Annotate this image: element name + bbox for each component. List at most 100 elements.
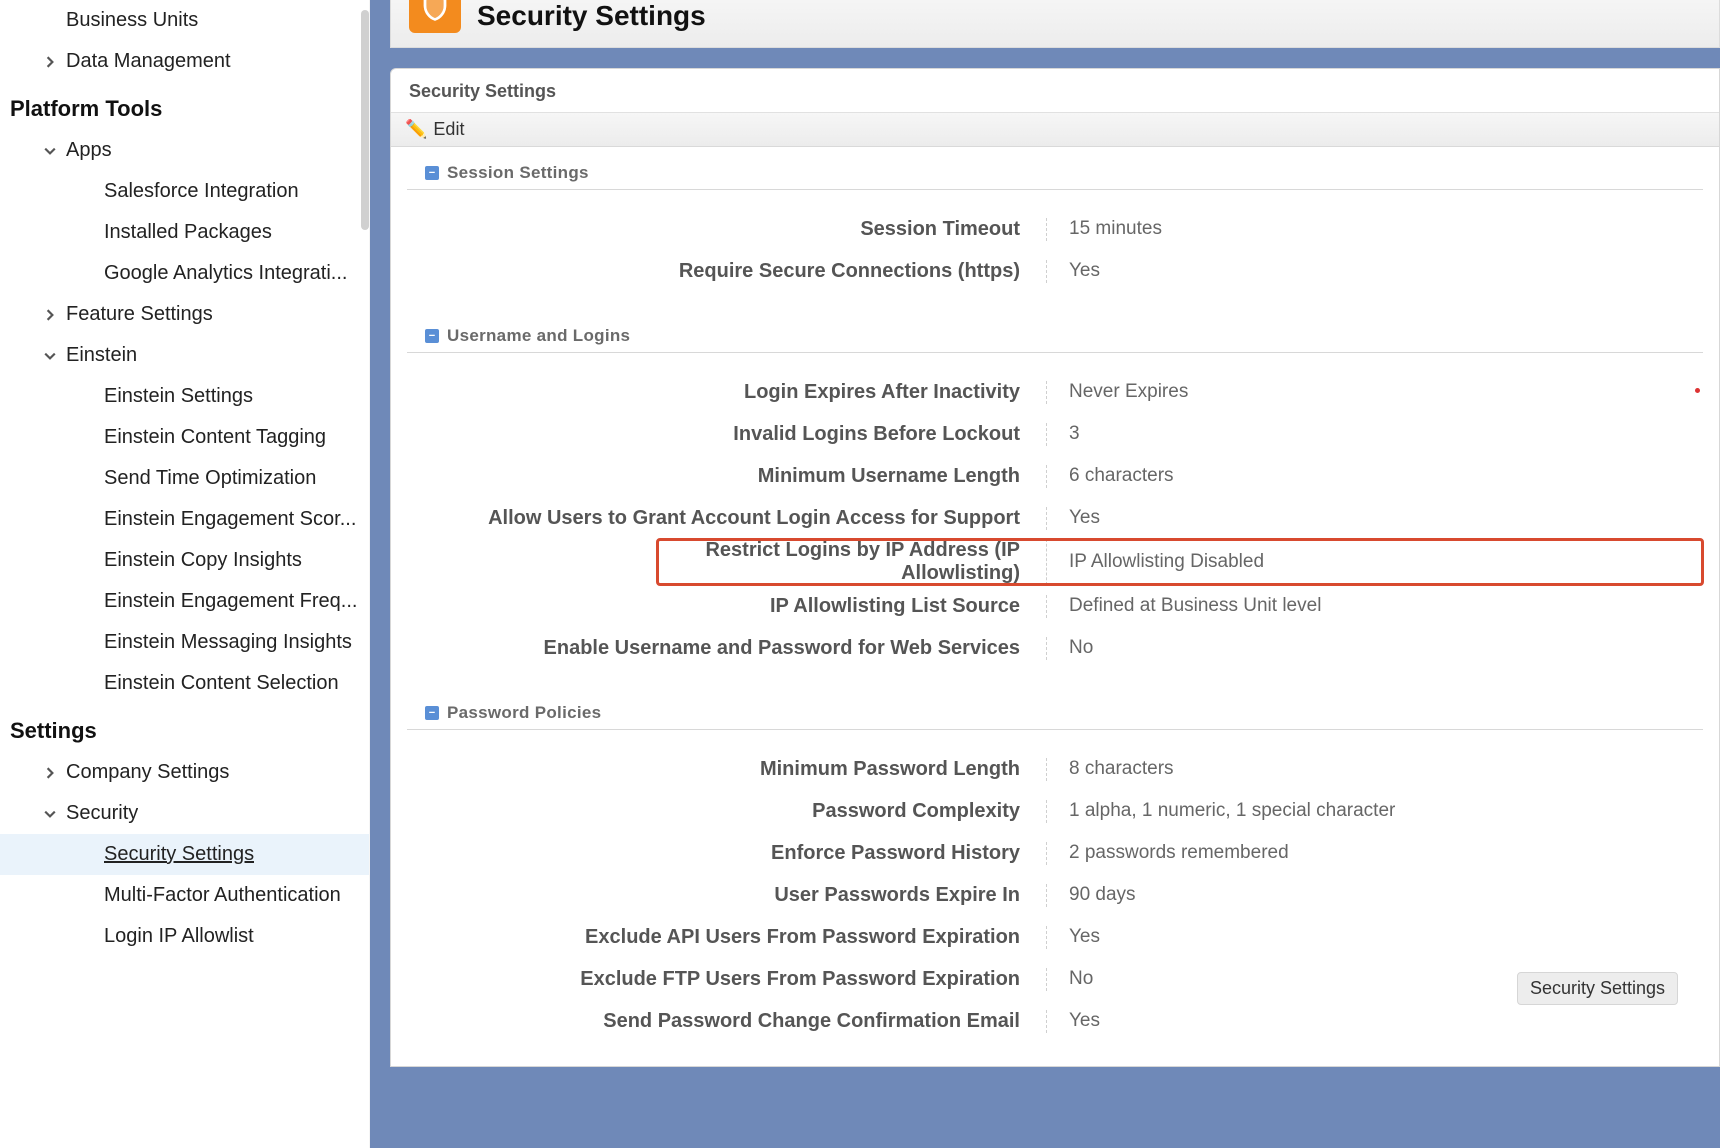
setting-row: IP Allowlisting List SourceDefined at Bu… xyxy=(407,585,1703,627)
collapse-icon: − xyxy=(425,166,439,180)
nav-item-label: Installed Packages xyxy=(104,221,272,244)
nav-item[interactable]: Einstein Settings xyxy=(0,376,369,417)
setting-value: No xyxy=(1047,637,1703,659)
setting-row: Login Expires After InactivityNever Expi… xyxy=(407,371,1703,413)
chevron-down-icon xyxy=(44,145,66,157)
chevron-down-icon xyxy=(44,808,66,820)
setting-value: Yes xyxy=(1047,926,1703,948)
nav-item[interactable]: Installed Packages xyxy=(0,212,369,253)
setting-label: Exclude FTP Users From Password Expirati… xyxy=(407,968,1047,991)
security-shield-icon xyxy=(409,0,461,33)
chevron-right-icon xyxy=(44,56,66,68)
setting-row: Minimum Password Length8 characters xyxy=(407,748,1703,790)
nav-item-label: Salesforce Integration xyxy=(104,180,299,203)
setting-row: Exclude FTP Users From Password Expirati… xyxy=(407,958,1703,1000)
chevron-right-icon xyxy=(44,767,66,779)
nav-item-label: Einstein Engagement Freq... xyxy=(104,590,357,613)
nav-item[interactable]: Security xyxy=(0,793,369,834)
setting-value: Never Expires xyxy=(1047,381,1703,403)
nav-item-label: Einstein Messaging Insights xyxy=(104,631,352,654)
nav-item-label: Einstein xyxy=(66,344,137,367)
setting-row: Allow Users to Grant Account Login Acces… xyxy=(407,497,1703,539)
tooltip: Security Settings xyxy=(1517,972,1678,1005)
setting-value: 15 minutes xyxy=(1047,218,1703,240)
setting-row: Minimum Username Length6 characters xyxy=(407,455,1703,497)
annotation-dot xyxy=(1695,388,1700,393)
chevron-down-icon xyxy=(44,350,66,362)
nav-item[interactable]: Google Analytics Integrati... xyxy=(0,253,369,294)
setting-row: Restrict Logins by IP Address (IP Allowl… xyxy=(657,539,1703,585)
setting-value: 3 xyxy=(1047,423,1703,445)
nav-item[interactable]: Feature Settings xyxy=(0,294,369,335)
nav-item[interactable]: Einstein Engagement Freq... xyxy=(0,581,369,622)
setting-label: IP Allowlisting List Source xyxy=(407,595,1047,618)
settings-card: Security Settings ✏️ Edit −Session Setti… xyxy=(390,68,1720,1067)
nav-item[interactable]: Company Settings xyxy=(0,752,369,793)
nav-item[interactable]: Einstein Content Tagging xyxy=(0,417,369,458)
nav-item-label: Einstein Copy Insights xyxy=(104,549,302,572)
nav-item-label: Security xyxy=(66,802,138,825)
group-title: Session Settings xyxy=(447,163,589,183)
nav-item-label: Data Management xyxy=(66,50,231,73)
collapse-icon: − xyxy=(425,706,439,720)
pencil-icon: ✏️ xyxy=(405,119,427,140)
nav-item-label: Google Analytics Integrati... xyxy=(104,262,347,285)
settings-group: Session Timeout15 minutesRequire Secure … xyxy=(391,190,1719,316)
page-title: Security Settings xyxy=(477,0,706,32)
nav-item[interactable]: Send Time Optimization xyxy=(0,458,369,499)
nav-item[interactable]: Login IP Allowlist xyxy=(0,916,369,957)
collapse-icon: − xyxy=(425,329,439,343)
edit-label: Edit xyxy=(433,119,464,140)
nav-item[interactable]: Apps xyxy=(0,130,369,171)
chevron-right-icon xyxy=(44,309,66,321)
nav-item[interactable]: Security Settings xyxy=(0,834,369,875)
nav-item[interactable]: Einstein Copy Insights xyxy=(0,540,369,581)
main-content: Setup Security Settings Security Setting… xyxy=(370,0,1720,1148)
nav-item[interactable]: Multi-Factor Authentication xyxy=(0,875,369,916)
setting-label: Send Password Change Confirmation Email xyxy=(407,1010,1047,1033)
setting-label: Invalid Logins Before Lockout xyxy=(407,423,1047,446)
nav-item[interactable]: Salesforce Integration xyxy=(0,171,369,212)
nav-item-label: Einstein Content Tagging xyxy=(104,426,326,449)
setting-value: 1 alpha, 1 numeric, 1 special character xyxy=(1047,800,1703,822)
group-header[interactable]: −Session Settings xyxy=(407,153,1703,190)
setting-value: Yes xyxy=(1047,260,1703,282)
nav-item-label: Feature Settings xyxy=(66,303,213,326)
group-header[interactable]: −Password Policies xyxy=(407,693,1703,730)
group-header[interactable]: −Username and Logins xyxy=(407,316,1703,353)
setting-row: Invalid Logins Before Lockout3 xyxy=(407,413,1703,455)
setting-label: Allow Users to Grant Account Login Acces… xyxy=(407,507,1047,530)
setting-value: 2 passwords remembered xyxy=(1047,842,1703,864)
nav-item[interactable]: Business Units xyxy=(0,0,369,41)
setting-row: Enforce Password History2 passwords reme… xyxy=(407,832,1703,874)
setting-label: Require Secure Connections (https) xyxy=(407,260,1047,283)
edit-button[interactable]: ✏️ Edit xyxy=(391,112,1719,147)
setting-value: 8 characters xyxy=(1047,758,1703,780)
setting-label: Password Complexity xyxy=(407,800,1047,823)
nav-item-label: Multi-Factor Authentication xyxy=(104,884,341,907)
setting-value: 6 characters xyxy=(1047,465,1703,487)
nav-item-label: Einstein Settings xyxy=(104,385,253,408)
nav-item[interactable]: Einstein Engagement Scor... xyxy=(0,499,369,540)
setting-row: Exclude API Users From Password Expirati… xyxy=(407,916,1703,958)
nav-item-label: Security Settings xyxy=(104,843,254,866)
nav-item[interactable]: Einstein Messaging Insights xyxy=(0,622,369,663)
nav-item[interactable]: Einstein xyxy=(0,335,369,376)
setting-value: Defined at Business Unit level xyxy=(1047,595,1703,617)
setting-row: Session Timeout15 minutes xyxy=(407,208,1703,250)
setting-row: Password Complexity1 alpha, 1 numeric, 1… xyxy=(407,790,1703,832)
setting-value: IP Allowlisting Disabled xyxy=(1047,551,1553,573)
setting-label: Exclude API Users From Password Expirati… xyxy=(407,926,1047,949)
nav-item[interactable]: Einstein Content Selection xyxy=(0,663,369,704)
setting-row: Require Secure Connections (https)Yes xyxy=(407,250,1703,292)
nav-section-header: Settings xyxy=(0,704,369,752)
nav-item-label: Einstein Content Selection xyxy=(104,672,339,695)
group-title: Password Policies xyxy=(447,703,601,723)
sidebar-scrollbar[interactable] xyxy=(361,10,369,230)
setting-value: Yes xyxy=(1047,507,1703,529)
page-header: Setup Security Settings xyxy=(390,0,1720,48)
nav-item-label: Send Time Optimization xyxy=(104,467,316,490)
setting-label: Session Timeout xyxy=(407,218,1047,241)
nav-item[interactable]: Data Management xyxy=(0,41,369,82)
setting-row: User Passwords Expire In90 days xyxy=(407,874,1703,916)
